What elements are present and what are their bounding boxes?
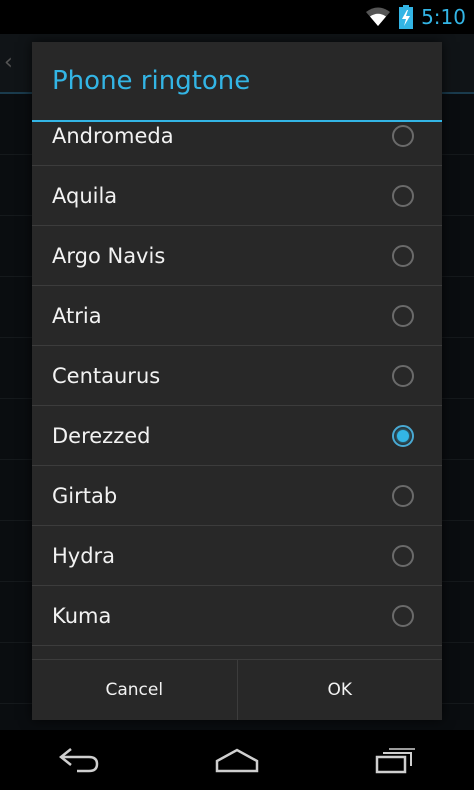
ringtone-item-kuma[interactable]: Kuma xyxy=(32,586,442,646)
status-bar: 5:10 xyxy=(0,0,474,34)
ringtone-label: Hydra xyxy=(52,544,116,568)
ringtone-dialog: Phone ringtone Andromeda Aquila Argo Nav… xyxy=(32,42,442,720)
ringtone-item-atria[interactable]: Atria xyxy=(32,286,442,346)
radio-button[interactable] xyxy=(392,125,414,147)
navigation-bar xyxy=(0,730,474,790)
ringtone-item-aquila[interactable]: Aquila xyxy=(32,166,442,226)
ringtone-item-andromeda[interactable]: Andromeda xyxy=(32,122,442,166)
ringtone-item-girtab[interactable]: Girtab xyxy=(32,466,442,526)
home-icon[interactable] xyxy=(197,738,277,782)
ringtone-item-derezzed[interactable]: Derezzed xyxy=(32,406,442,466)
ringtone-label: Argo Navis xyxy=(52,244,166,268)
background-back-icon: ‹ xyxy=(4,50,13,75)
status-icons: 5:10 xyxy=(365,0,466,34)
recent-apps-icon[interactable] xyxy=(355,738,435,782)
ringtone-label: Atria xyxy=(52,304,102,328)
ringtone-label: Kuma xyxy=(52,604,112,628)
ringtone-item-argo-navis[interactable]: Argo Navis xyxy=(32,226,442,286)
ringtone-label: Aquila xyxy=(52,184,118,208)
ringtone-item-centaurus[interactable]: Centaurus xyxy=(32,346,442,406)
radio-button[interactable] xyxy=(392,545,414,567)
radio-button[interactable] xyxy=(392,305,414,327)
ringtone-label: Centaurus xyxy=(52,364,161,388)
ringtone-label: Derezzed xyxy=(52,424,151,448)
wifi-icon xyxy=(365,7,391,27)
dialog-title: Phone ringtone xyxy=(52,66,251,96)
radio-button[interactable] xyxy=(392,605,414,627)
ok-button[interactable]: OK xyxy=(238,660,443,720)
ringtone-item-hydra[interactable]: Hydra xyxy=(32,526,442,586)
status-time: 5:10 xyxy=(421,5,466,29)
cancel-button[interactable]: Cancel xyxy=(32,660,237,720)
dialog-button-bar: Cancel OK xyxy=(32,659,442,720)
radio-button[interactable] xyxy=(392,365,414,387)
radio-button[interactable] xyxy=(392,485,414,507)
ringtone-label: Girtab xyxy=(52,484,118,508)
radio-button[interactable] xyxy=(392,245,414,267)
radio-button-selected[interactable] xyxy=(392,425,414,447)
ringtone-list[interactable]: Andromeda Aquila Argo Navis Atria Centau… xyxy=(32,122,442,702)
ringtone-label: Andromeda xyxy=(52,124,174,148)
back-icon[interactable] xyxy=(39,738,119,782)
battery-charging-icon xyxy=(399,5,414,29)
radio-button[interactable] xyxy=(392,185,414,207)
